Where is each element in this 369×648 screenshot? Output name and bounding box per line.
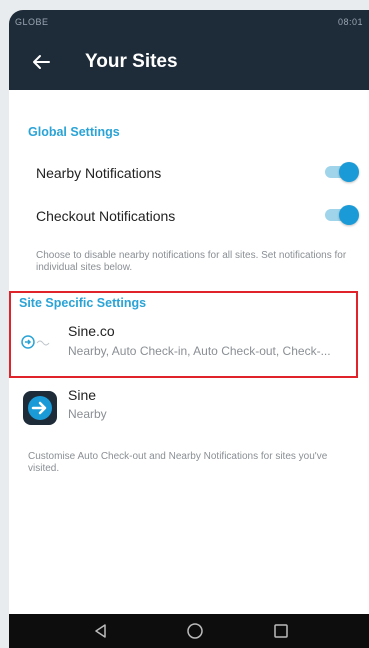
site-name: Sine <box>68 387 97 403</box>
site-specific-hint: Customise Auto Check-out and Nearby Noti… <box>28 451 328 474</box>
circle-home-icon[interactable] <box>185 621 205 641</box>
status-time: 08:01 <box>337 17 363 27</box>
global-settings-title: Global Settings <box>28 125 120 139</box>
sine-logo-icon <box>23 391 57 425</box>
android-nav-bar <box>9 614 369 648</box>
toggle-thumb <box>339 162 359 182</box>
nearby-notifications-label: Nearby Notifications <box>36 165 162 181</box>
sine-co-logo-icon <box>21 335 50 349</box>
square-recents-icon[interactable] <box>271 621 291 641</box>
site-specific-title: Site Specific Settings <box>19 296 147 310</box>
toggle-thumb <box>339 205 359 225</box>
app-header: GLOBE 08:01 Your Sites <box>9 10 369 90</box>
phone-screen: GLOBE 08:01 Your Sites Global Settings N… <box>9 10 369 648</box>
site-subtitle: Nearby <box>68 407 107 421</box>
page-title: Your Sites <box>85 51 178 72</box>
arrow-left-icon[interactable] <box>29 50 53 74</box>
global-settings-hint: Choose to disable nearby notifications f… <box>36 250 347 273</box>
site-name: Sine.co <box>68 323 115 339</box>
nearby-notifications-toggle[interactable] <box>325 162 359 182</box>
checkout-notifications-toggle[interactable] <box>325 205 359 225</box>
status-bar: GLOBE 08:01 <box>9 10 369 34</box>
site-subtitle: Nearby, Auto Check-in, Auto Check-out, C… <box>68 344 331 358</box>
carrier-label: GLOBE <box>15 17 49 27</box>
checkout-notifications-label: Checkout Notifications <box>36 208 176 224</box>
triangle-back-icon[interactable] <box>91 621 111 641</box>
